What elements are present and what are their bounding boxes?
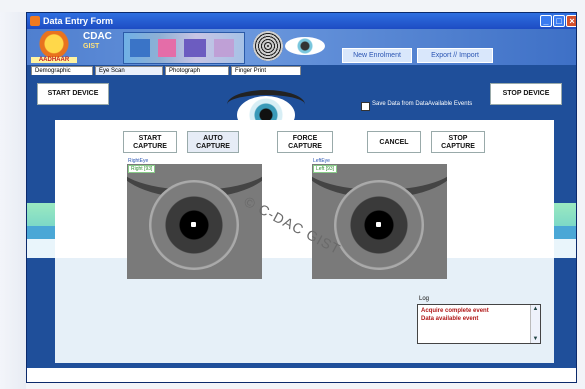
scroll-up-icon[interactable]: ▲ (532, 306, 539, 312)
tab-finger-print[interactable]: Finger Print (231, 66, 301, 75)
right-eye-glint (191, 222, 196, 227)
log-line: Acquire complete event (421, 308, 489, 314)
new-enrolment-button[interactable]: New Enrolment (342, 48, 412, 63)
tab-photograph[interactable]: Photograph (165, 66, 229, 75)
aadhaar-logo-text: AADHAAR (31, 57, 77, 63)
stop-device-button[interactable]: STOP DEVICE (490, 83, 562, 105)
start-capture-label-1: START (138, 135, 162, 142)
tab-demographic[interactable]: Demographic (31, 66, 93, 75)
save-data-checkbox[interactable] (361, 102, 370, 111)
left-eye-glint (376, 222, 381, 227)
export-import-button[interactable]: Export // Import (417, 48, 493, 63)
minimize-button[interactable]: _ (540, 15, 552, 27)
auto-capture-label-2: CAPTURE (196, 143, 230, 150)
save-data-label: Save Data from DataAvailable Events (372, 101, 473, 107)
fingerprint-icon (253, 31, 283, 61)
desktop-edge (0, 12, 26, 389)
data-entry-window: Data Entry Form _ □ × AADHAAR CDAC GIST … (26, 12, 577, 383)
stop-capture-label-1: STOP (448, 135, 468, 142)
header-banner: AADHAAR CDAC GIST (27, 29, 576, 65)
title-bar: Data Entry Form _ □ × (27, 13, 576, 29)
start-device-button[interactable]: START DEVICE (37, 83, 109, 105)
auto-capture-button[interactable]: AUTO CAPTURE (187, 131, 239, 153)
cdac-logo-subtext: GIST (83, 43, 100, 50)
left-eye-score: Left [93] (313, 165, 338, 173)
cancel-button[interactable]: CANCEL (367, 131, 421, 153)
right-eye-score: Right [93] (128, 165, 156, 173)
tab-eye-scan[interactable]: Eye Scan (95, 66, 163, 75)
log-line: Data available event (421, 316, 479, 322)
log-label: Log (419, 296, 430, 302)
force-capture-button[interactable]: FORCE CAPTURE (277, 131, 333, 153)
maximize-button[interactable]: □ (553, 15, 565, 27)
aadhaar-logo: AADHAAR (31, 31, 77, 63)
scroll-down-icon[interactable]: ▼ (532, 336, 539, 342)
close-button[interactable]: × (566, 15, 576, 27)
start-capture-label-2: CAPTURE (133, 143, 167, 150)
force-capture-label-1: FORCE (292, 135, 318, 142)
start-capture-button[interactable]: START CAPTURE (123, 131, 177, 153)
stop-capture-label-2: CAPTURE (441, 143, 475, 150)
status-bar (27, 368, 576, 382)
window-title: Data Entry Form (43, 16, 114, 26)
force-capture-label-2: CAPTURE (288, 143, 322, 150)
auto-capture-label-1: AUTO (203, 135, 223, 142)
stop-capture-button[interactable]: STOP CAPTURE (431, 131, 485, 153)
cdac-logo: CDAC GIST (83, 32, 121, 62)
app-icon (30, 16, 40, 26)
tab-strip: Demographic Eye Scan Photograph Finger P… (31, 66, 301, 75)
eye-icon (285, 37, 325, 55)
left-eye-image: Left [93] (312, 164, 447, 279)
cdac-logo-text: CDAC (83, 31, 112, 42)
banner-collage-image (123, 32, 245, 64)
right-eye-image: Right [93] (127, 164, 262, 279)
log-scrollbar[interactable]: ▲ ▼ (530, 305, 540, 343)
log-box[interactable]: Acquire complete event Data available ev… (417, 304, 541, 344)
